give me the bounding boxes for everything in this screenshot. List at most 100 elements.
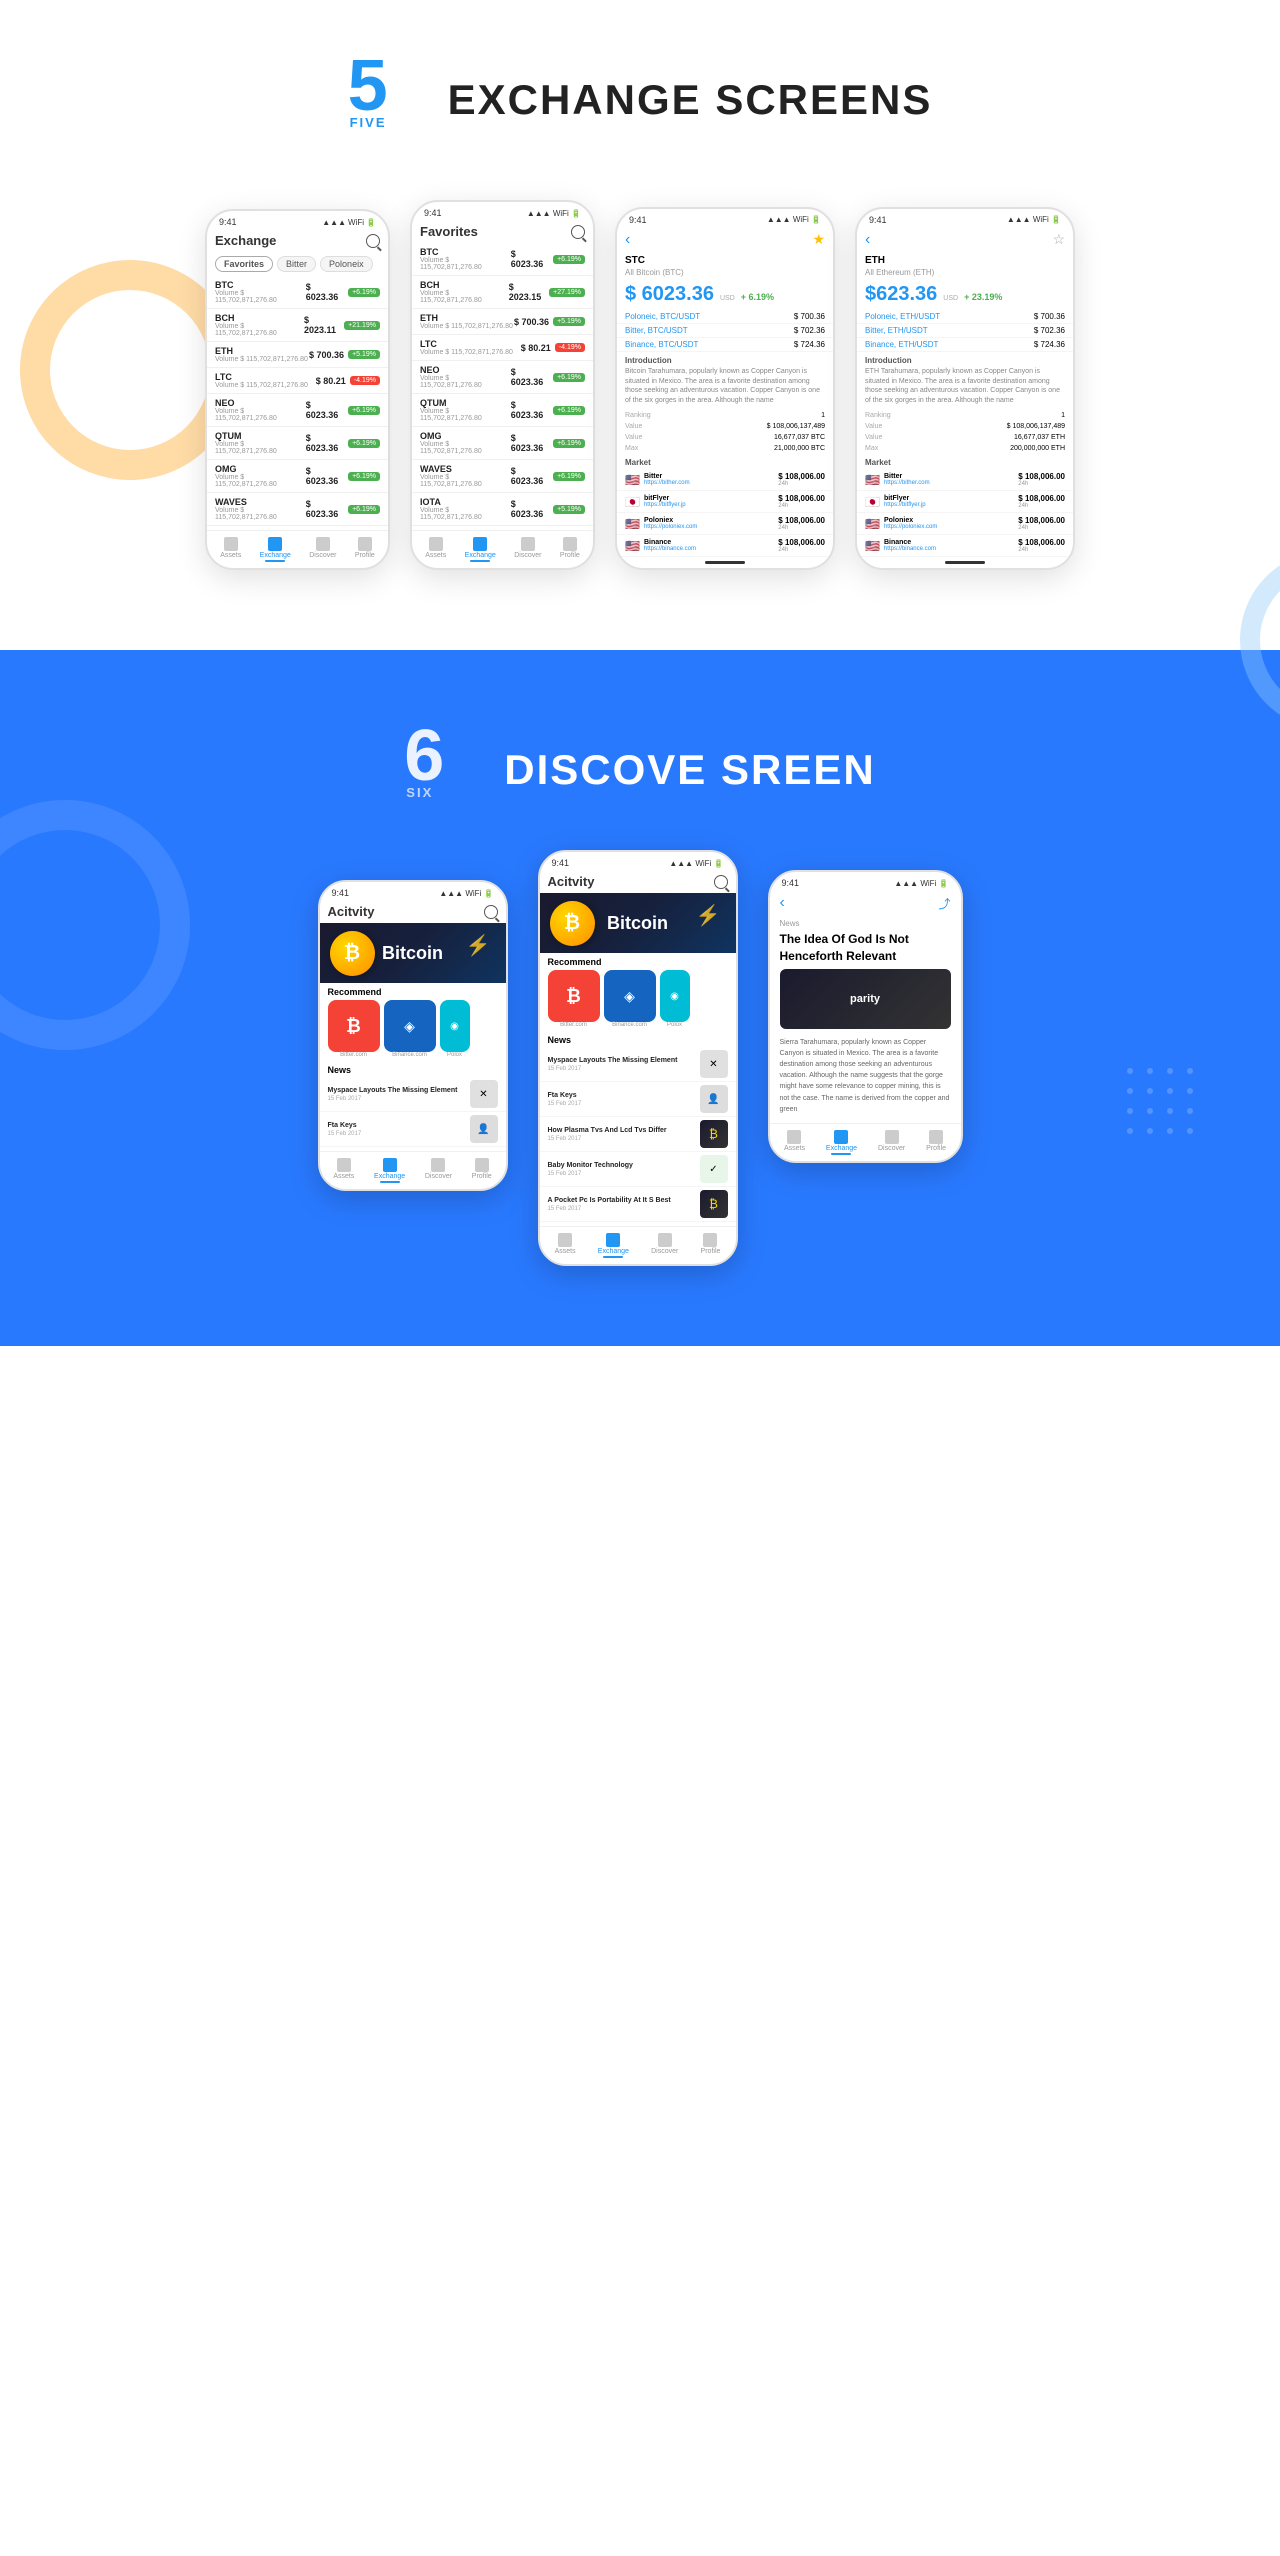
news2-item-2[interactable]: Fta Keys 15 Feb 2017 👤 — [540, 1082, 736, 1117]
eth-price: $623.36 — [865, 283, 937, 306]
market-poloniex[interactable]: 🇺🇸 Poloniex https://poloniex.com $ 108,0… — [617, 513, 833, 535]
market-bitter[interactable]: 🇺🇸 Bitter https://bither.com $ 108,006.0… — [617, 469, 833, 491]
nav5-exchange[interactable]: Exchange — [826, 1130, 857, 1155]
news-item-1[interactable]: Myspace Layouts The Missing Element 15 F… — [320, 1077, 506, 1112]
fav-iota[interactable]: IOTAVolume $ 115,702,871,276.80 $ 6023.3… — [412, 493, 593, 526]
crypto-row-neo[interactable]: NEOVolume $ 115,702,871,276.80 $ 6023.36… — [207, 394, 388, 427]
phone1-status: 9:41 ▲▲▲ WiFi 🔋 — [207, 211, 388, 229]
eth-market-binance[interactable]: 🇺🇸 Binance https://binance.com $ 108,006… — [857, 535, 1073, 557]
tab-poloneix[interactable]: Poloneix — [320, 256, 373, 272]
btc-name: All Bitcoin (BTC) — [617, 268, 833, 279]
exchange-icon — [268, 537, 282, 551]
crypto-row-bch[interactable]: BCHVolume $ 115,702,871,276.80 $ 2023.11… — [207, 309, 388, 342]
recommend-card-bitter[interactable]: ₿ Bitter.com — [328, 1000, 380, 1058]
market-bitflyer[interactable]: 🇯🇵 bitFlyer https://bitflyer.jp $ 108,00… — [617, 491, 833, 513]
nav4-exchange[interactable]: Exchange — [598, 1233, 629, 1258]
fav-waves[interactable]: WAVESVolume $ 115,702,871,276.80 $ 6023.… — [412, 460, 593, 493]
crypto-row-omg[interactable]: OMGVolume $ 115,702,871,276.80 $ 6023.36… — [207, 460, 388, 493]
lightning-icon-1: ⚡ — [466, 933, 491, 958]
news-thumb-2: 👤 — [470, 1115, 498, 1143]
eth-intro-text: ETH Tarahumara, popularly known as Coppe… — [857, 367, 1073, 410]
btc-intro-text: Bitcoin Tarahumara, popularly known as C… — [617, 367, 833, 410]
nav3-assets[interactable]: Assets — [333, 1158, 354, 1183]
article-status: 9:41 ▲▲▲ WiFi 🔋 — [770, 872, 961, 890]
nav2-assets[interactable]: Assets — [425, 537, 446, 562]
phone2-bottom-nav: Assets Exchange Discover Profile — [412, 530, 593, 568]
search-icon-activity2[interactable] — [714, 875, 728, 889]
news2-item-4[interactable]: Baby Monitor Technology 15 Feb 2017 ✓ — [540, 1152, 736, 1187]
nav3-profile[interactable]: Profile — [472, 1158, 492, 1183]
market-binance[interactable]: 🇺🇸 Binance https://binance.com $ 108,006… — [617, 535, 833, 557]
eth-market-bitter[interactable]: 🇺🇸 Bitter https://bither.com $ 108,006.0… — [857, 469, 1073, 491]
nav-assets[interactable]: Assets — [220, 537, 241, 562]
nav4-profile[interactable]: Profile — [701, 1233, 721, 1258]
nav-exchange[interactable]: Exchange — [260, 537, 291, 562]
nav2-profile[interactable]: Profile — [560, 537, 580, 562]
nav5-discover[interactable]: Discover — [878, 1130, 905, 1155]
nav4-discover[interactable]: Discover — [651, 1233, 678, 1258]
phone4-status: 9:41 ▲▲▲ WiFi 🔋 — [857, 209, 1073, 227]
news2-item-1[interactable]: Myspace Layouts The Missing Element 15 F… — [540, 1047, 736, 1082]
fav-qtum[interactable]: QTUMVolume $ 115,702,871,276.80 $ 6023.3… — [412, 394, 593, 427]
assets-icon — [224, 537, 238, 551]
activity1-bottom-nav: Assets Exchange Discover Profile — [320, 1151, 506, 1189]
fav-neo[interactable]: NEOVolume $ 115,702,871,276.80 $ 6023.36… — [412, 361, 593, 394]
back-arrow-eth[interactable]: ‹ — [865, 231, 870, 249]
nav-discover[interactable]: Discover — [309, 537, 336, 562]
tab-favorites[interactable]: Favorites — [215, 256, 273, 272]
search-icon-2[interactable] — [571, 225, 585, 239]
search-icon[interactable] — [366, 234, 380, 248]
nav2-discover[interactable]: Discover — [514, 537, 541, 562]
tab-bitter[interactable]: Bitter — [277, 256, 316, 272]
fav-omg[interactable]: OMGVolume $ 115,702,871,276.80 $ 6023.36… — [412, 427, 593, 460]
section5-number: 5 FIVE — [348, 60, 428, 140]
search-icon-activity1[interactable] — [484, 905, 498, 919]
news-item-2[interactable]: Fta Keys 15 Feb 2017 👤 — [320, 1112, 506, 1147]
recommend-card-binance-2[interactable]: ◈ Binance.com — [604, 970, 656, 1028]
eth-detail-header: ‹ ☆ — [857, 227, 1073, 253]
back-arrow-article[interactable]: ‹ — [780, 894, 785, 912]
crypto-row-qtum[interactable]: QTUMVolume $ 115,702,871,276.80 $ 6023.3… — [207, 427, 388, 460]
nav3-discover[interactable]: Discover — [425, 1158, 452, 1183]
article-nav-bar: ‹ ⤴ — [770, 890, 961, 916]
eth-symbol: ETH — [857, 253, 1073, 268]
section5-title: EXCHANGE SCREENS — [448, 76, 933, 124]
nav4-assets[interactable]: Assets — [555, 1233, 576, 1258]
recommend-card-bitter-2[interactable]: ₿ Bitter.com — [548, 970, 600, 1028]
favorites-list: BTCVolume $ 115,702,871,276.80 $ 6023.36… — [412, 243, 593, 526]
fav-btc[interactable]: BTCVolume $ 115,702,871,276.80 $ 6023.36… — [412, 243, 593, 276]
recommend-row-2: ₿ Bitter.com ◈ Binance.com ◉ Polox — [540, 970, 736, 1032]
fav-bch[interactable]: BCHVolume $ 115,702,871,276.80 $ 2023.15… — [412, 276, 593, 309]
fav-eth[interactable]: ETHVolume $ 115,702,871,276.80 $ 700.36 … — [412, 309, 593, 335]
crypto-row-btc[interactable]: BTCVolume $ 115,702,871,276.80 $ 6023.36… — [207, 276, 388, 309]
fav-ltc[interactable]: LTCVolume $ 115,702,871,276.80 $ 80.21 -… — [412, 335, 593, 361]
news2-item-3[interactable]: How Plasma Tvs And Lcd Tvs Differ 15 Feb… — [540, 1117, 736, 1152]
share-icon[interactable]: ⤴ — [938, 895, 950, 912]
recommend-row-1: ₿ Bitter.com ◈ Binance.com ◉ Polox — [320, 1000, 506, 1062]
eth-market-bitflyer[interactable]: 🇯🇵 bitFlyer https://bitflyer.jp $ 108,00… — [857, 491, 1073, 513]
crypto-row-eth[interactable]: ETHVolume $ 115,702,871,276.80 $ 700.36 … — [207, 342, 388, 368]
crypto-row-waves[interactable]: WAVESVolume $ 115,702,871,276.80 $ 6023.… — [207, 493, 388, 526]
nav-profile[interactable]: Profile — [355, 537, 375, 562]
eth-pair-2: Bitter, ETH/USDT $ 702.36 — [857, 324, 1073, 338]
btc-max: Max 21,000,000 BTC — [617, 443, 833, 454]
recommend-card-binance[interactable]: ◈ Binance.com — [384, 1000, 436, 1058]
star-icon-eth[interactable]: ☆ — [1052, 231, 1065, 248]
btc-volume: Value 16,677,037 BTC — [617, 432, 833, 443]
eth-market-poloniex[interactable]: 🇺🇸 Poloniex https://poloniex.com $ 108,0… — [857, 513, 1073, 535]
nav5-profile[interactable]: Profile — [926, 1130, 946, 1155]
star-icon-btc[interactable]: ★ — [812, 231, 825, 248]
activity2-status: 9:41 ▲▲▲ WiFi 🔋 — [540, 852, 736, 870]
recommend-card-polox[interactable]: ◉ Polox — [440, 1000, 470, 1058]
back-arrow-btc[interactable]: ‹ — [625, 231, 630, 249]
crypto-row-ltc[interactable]: LTCVolume $ 115,702,871,276.80 $ 80.21 -… — [207, 368, 388, 394]
nav5-assets[interactable]: Assets — [784, 1130, 805, 1155]
phone1-app-header: Exchange — [207, 229, 388, 252]
recommend-card-polox-2[interactable]: ◉ Polox — [660, 970, 690, 1028]
nav2-exchange[interactable]: Exchange — [465, 537, 496, 562]
phone1-bottom-nav: Assets Exchange Discover Profile — [207, 530, 388, 568]
news2-item-5[interactable]: A Pocket Pc Is Portability At It S Best … — [540, 1187, 736, 1222]
recommend-title-2: Recommend — [540, 953, 736, 970]
btc-intro-title: Introduction — [617, 352, 833, 367]
nav3-exchange[interactable]: Exchange — [374, 1158, 405, 1183]
